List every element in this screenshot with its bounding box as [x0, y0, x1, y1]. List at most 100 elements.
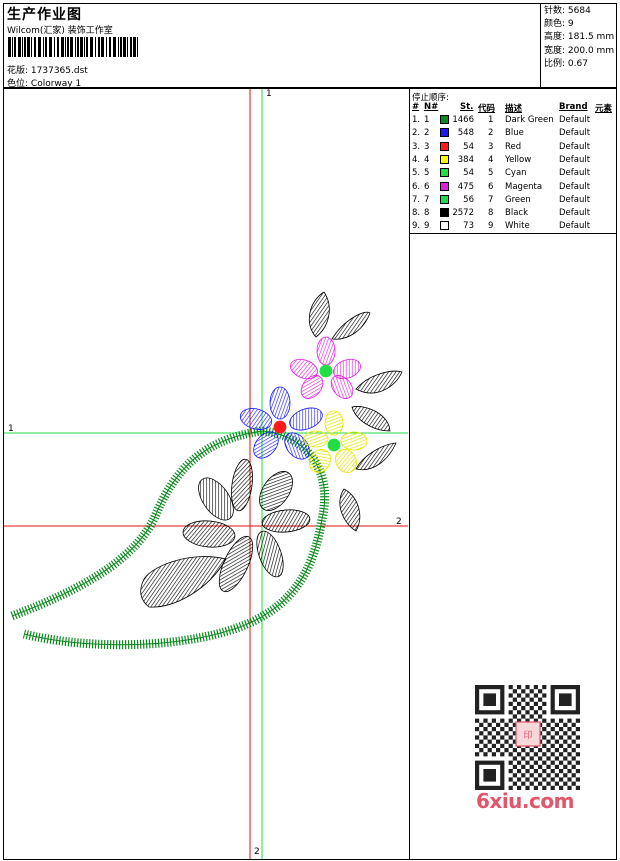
color-row: 6. 6 475 6 Magenta Default: [410, 181, 615, 195]
cell-brand: Default: [559, 181, 591, 192]
col-code: 代码: [478, 104, 496, 114]
color-row: 9. 9 73 9 White Default: [410, 221, 615, 234]
company-name: Wilcom(汇家) 装饰工作室: [7, 26, 113, 36]
cell-desc: Yellow: [505, 154, 532, 165]
col-element: 元素: [595, 104, 613, 114]
red-axis-right-label: 2: [396, 517, 402, 527]
cell-code: 5: [488, 168, 494, 179]
color-row: 1. 1 1466 1 Dark Green Default: [410, 115, 615, 128]
cell-st: 548: [457, 128, 474, 139]
cell-num: 6.: [412, 181, 421, 192]
color-swatch: [440, 168, 449, 178]
stat-scale: 比例: 0.67: [544, 58, 588, 69]
green-axis-left-label: 1: [8, 424, 14, 434]
cell-n: 7: [424, 194, 430, 205]
flower-magenta: [290, 336, 361, 399]
color-row: 8. 8 2572 8 Black Default: [410, 208, 615, 221]
cell-st: 54: [463, 141, 474, 152]
inner-flower-black: [140, 458, 311, 608]
color-row: 3. 3 54 3 Red Default: [410, 141, 615, 155]
design-label: 花版:: [7, 66, 29, 76]
color-row: 4. 4 384 4 Yellow Default: [410, 154, 615, 168]
stat-colors: 颜色: 9: [544, 19, 574, 30]
color-swatch: [440, 128, 449, 138]
cell-code: 6: [488, 181, 494, 192]
cell-desc: Red: [505, 141, 522, 152]
cell-code: 7: [488, 194, 494, 205]
cell-brand: Default: [559, 208, 591, 219]
cell-n: 1: [424, 115, 430, 125]
cell-brand: Default: [559, 168, 591, 179]
cell-code: 2: [488, 128, 494, 139]
cell-n: 4: [424, 154, 430, 165]
color-swatch: [440, 221, 449, 231]
color-row: 7. 7 56 7 Green Default: [410, 194, 615, 208]
cell-num: 5.: [412, 168, 421, 179]
cell-st: 475: [457, 181, 474, 192]
cell-st: 1466: [452, 115, 474, 125]
flower-blue: [239, 386, 323, 460]
watermark-logo: 6xiu.com: [476, 789, 574, 813]
panel-divider: [409, 234, 410, 860]
cell-num: 7.: [412, 194, 421, 205]
color-swatch: [440, 141, 449, 151]
stat-height: 高度: 181.5 mm: [544, 32, 615, 43]
paisley-outline: [10, 426, 330, 650]
color-row: 5. 5 54 5 Cyan Default: [410, 168, 615, 181]
color-swatch: [440, 181, 449, 191]
cell-desc: Blue: [505, 128, 524, 139]
cell-st: 73: [463, 221, 474, 232]
stat-width: 宽度: 200.0 mm: [544, 45, 615, 56]
cell-brand: Default: [559, 141, 591, 152]
cell-brand: Default: [559, 128, 591, 139]
cell-desc: Green: [505, 194, 531, 205]
cell-desc: White: [505, 221, 530, 232]
color-swatch: [440, 115, 449, 124]
cell-n: 6: [424, 181, 430, 192]
color-row: 2. 2 548 2 Blue Default: [410, 128, 615, 141]
design-value: 1737365.dst: [30, 66, 88, 76]
color-swatch: [440, 154, 449, 164]
color-swatch: [440, 194, 449, 204]
cell-brand: Default: [559, 115, 591, 125]
leaves-black: [308, 291, 403, 532]
cell-num: 4.: [412, 154, 421, 165]
cell-brand: Default: [559, 221, 591, 232]
color-swatch: [440, 208, 449, 218]
cell-st: 384: [457, 154, 474, 165]
cell-st: 2572: [452, 208, 474, 219]
stat-stitches: 针数: 5684: [544, 6, 591, 16]
cell-desc: Magenta: [505, 181, 543, 192]
green-axis-top-label: 1: [266, 89, 272, 99]
cell-st: 56: [463, 194, 474, 205]
barcode-icon: [8, 37, 138, 57]
cell-code: 9: [488, 221, 494, 232]
cell-num: 9.: [412, 221, 421, 232]
stats-box: 针数: 5684 颜色: 9 高度: 181.5 mm 宽度: 200.0 mm…: [540, 3, 617, 88]
red-axis-bottom-label: 2: [254, 847, 260, 857]
cell-n: 5: [424, 168, 430, 179]
svg-text:印: 印: [523, 729, 532, 741]
cell-desc: Cyan: [505, 168, 527, 179]
cell-n: 8: [424, 208, 430, 219]
col-hash: #: [412, 102, 420, 112]
cell-code: 8: [488, 208, 494, 219]
cell-n: 2: [424, 128, 430, 139]
col-brand: Brand: [559, 102, 588, 112]
cell-brand: Default: [559, 154, 591, 165]
cell-code: 1: [488, 115, 494, 125]
cell-st: 54: [463, 168, 474, 179]
design-info: 花版: 1737365.dst: [7, 63, 88, 76]
cell-num: 1.: [412, 115, 421, 125]
cell-num: 3.: [412, 141, 421, 152]
cell-n: 9: [424, 221, 430, 232]
col-desc: 描述: [505, 104, 523, 114]
cell-desc: Dark Green: [505, 115, 554, 125]
cell-num: 8.: [412, 208, 421, 219]
stop-sequence-panel: 停止顺序: # N# St. 代码 描述 Brand 元素 1. 1 1466 1 Da…: [409, 89, 616, 234]
cell-n: 3: [424, 141, 430, 152]
cell-code: 4: [488, 154, 494, 165]
qr-code-icon: 印: [470, 680, 585, 795]
cell-num: 2.: [412, 128, 421, 139]
page-title: 生产作业图: [7, 7, 82, 23]
